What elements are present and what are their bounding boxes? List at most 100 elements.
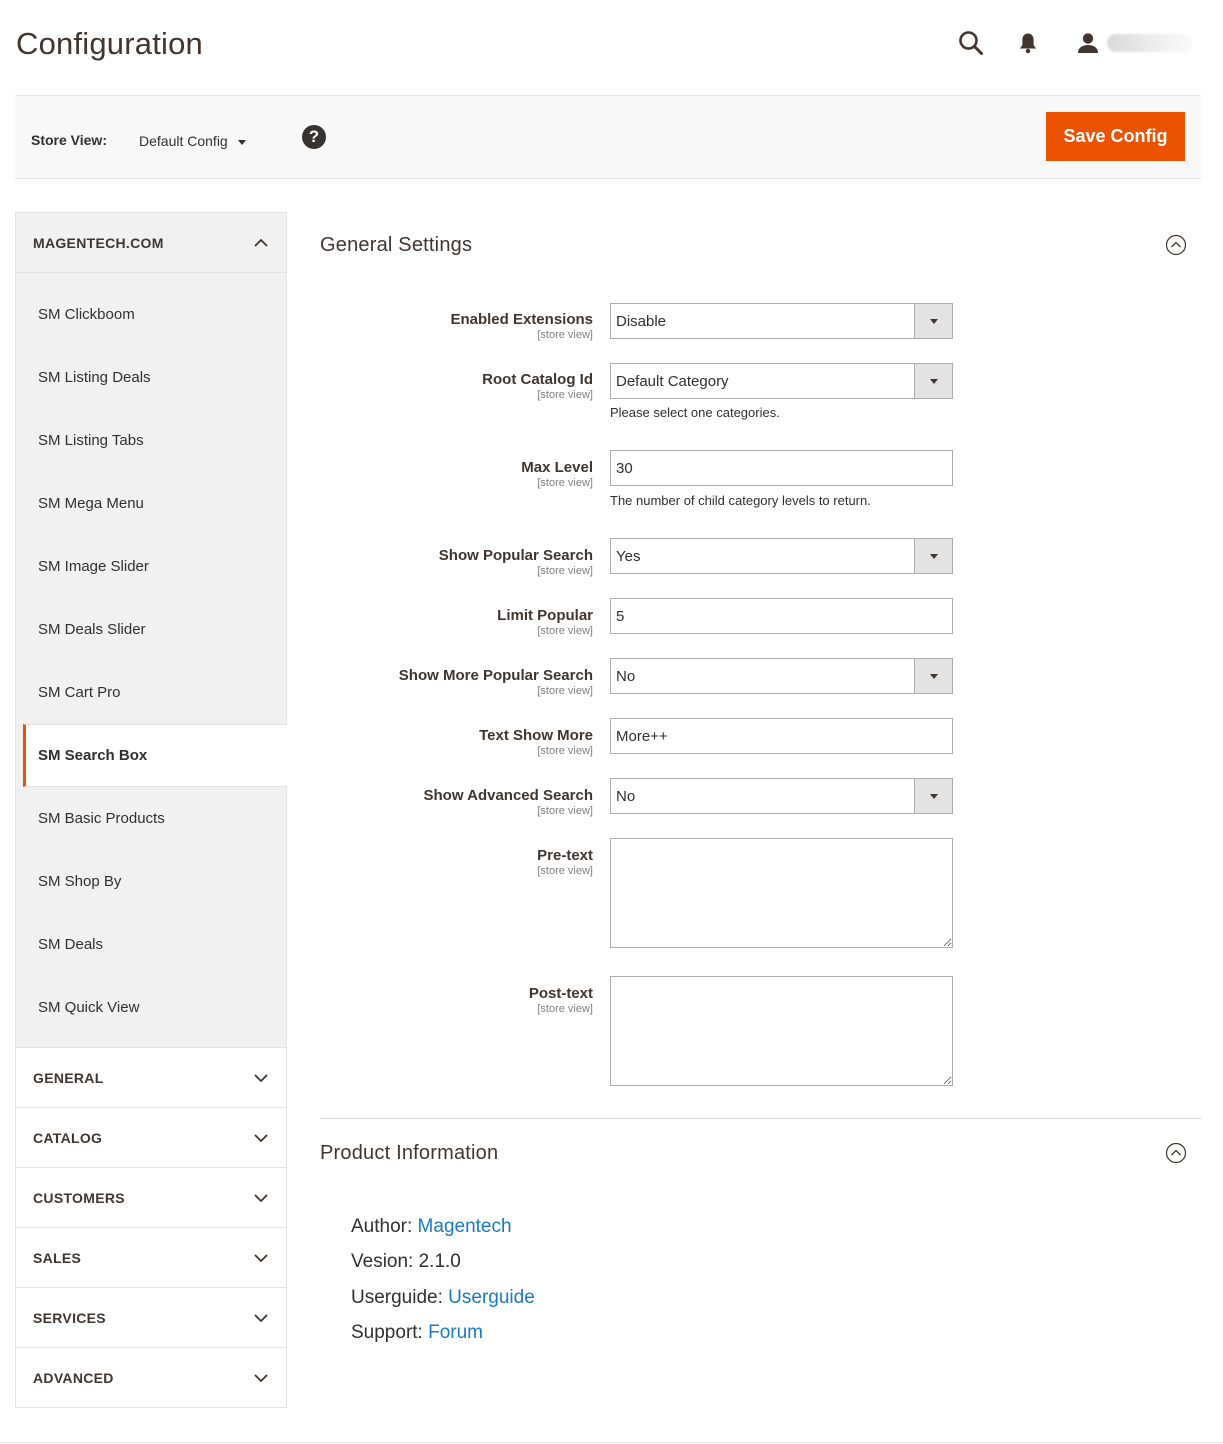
userguide-link[interactable]: Userguide — [448, 1287, 535, 1308]
scope-label: [store view] — [537, 565, 593, 577]
show-more-popular-select[interactable]: No — [610, 658, 953, 694]
scope-label: [store view] — [537, 745, 593, 757]
sidebar-item-sm-quick-view[interactable]: SM Quick View — [16, 976, 286, 1039]
sidebar-item-sm-image-slider[interactable]: SM Image Slider — [16, 535, 286, 598]
sidebar-group-sales[interactable]: SALES — [15, 1228, 287, 1288]
caret-down-icon — [237, 139, 246, 145]
config-main: General Settings Enabled Extensions [sto… — [320, 212, 1201, 1343]
sidebar-group-title: SERVICES — [33, 1309, 106, 1326]
section-title: General Settings — [320, 233, 473, 256]
store-view-value: Default Config — [139, 133, 228, 149]
select-value: No — [616, 667, 636, 685]
dropdown-arrow-icon[interactable] — [914, 779, 952, 813]
sidebar-item-sm-deals[interactable]: SM Deals — [16, 913, 286, 976]
sidebar-item-sm-basic-products[interactable]: SM Basic Products — [16, 787, 286, 850]
show-advanced-search-select[interactable]: No — [610, 778, 953, 814]
field-label: Pre-text — [537, 847, 593, 864]
select-value: Default Category — [616, 372, 729, 390]
sidebar-item-sm-clickboom[interactable]: SM Clickboom — [16, 283, 286, 346]
collapse-icon[interactable] — [1165, 234, 1187, 256]
chevron-down-icon — [254, 1313, 268, 1322]
chevron-down-icon — [254, 1193, 268, 1202]
pre-text-textarea[interactable] — [610, 838, 953, 948]
collapse-icon[interactable] — [1165, 1142, 1187, 1164]
dropdown-arrow-icon[interactable] — [914, 364, 952, 398]
scope-label: [store view] — [537, 477, 593, 489]
field-label: Max Level — [521, 459, 593, 476]
user-icon[interactable] — [1073, 28, 1103, 58]
scope-label: [store view] — [537, 1003, 593, 1015]
scope-label: [store view] — [537, 625, 593, 637]
sidebar-group-title: CATALOG — [33, 1129, 103, 1146]
sidebar-group-title: ADVANCED — [33, 1369, 114, 1386]
bell-icon[interactable] — [1013, 28, 1043, 58]
user-name-blurred[interactable] — [1107, 34, 1193, 52]
root-catalog-select[interactable]: Default Category — [610, 363, 953, 399]
scope-label: [store view] — [537, 805, 593, 817]
dropdown-arrow-icon[interactable] — [914, 304, 952, 338]
section-title: Product Information — [320, 1141, 499, 1164]
sidebar-item-sm-shop-by[interactable]: SM Shop By — [16, 850, 286, 913]
search-icon[interactable] — [956, 28, 986, 58]
help-icon[interactable]: ? — [302, 125, 326, 149]
author-link[interactable]: Magentech — [418, 1216, 512, 1237]
userguide-label: Userguide: — [351, 1287, 443, 1308]
chevron-up-icon — [254, 238, 268, 247]
sidebar-group-title: CUSTOMERS — [33, 1189, 125, 1206]
section-product-information-header[interactable]: Product Information — [320, 1120, 1201, 1186]
support-link[interactable]: Forum — [428, 1322, 483, 1343]
chevron-down-icon — [254, 1073, 268, 1082]
select-value: Yes — [616, 547, 641, 565]
dropdown-arrow-icon[interactable] — [914, 659, 952, 693]
field-label: Post-text — [528, 985, 593, 1002]
sidebar-item-sm-deals-slider[interactable]: SM Deals Slider — [16, 598, 286, 661]
config-sidebar: MAGENTECH.COM SM Clickboom SM Listing De… — [15, 212, 287, 1408]
scope-label: [store view] — [537, 329, 593, 341]
show-popular-search-select[interactable]: Yes — [610, 538, 953, 574]
section-general-settings-header[interactable]: General Settings — [320, 212, 1201, 278]
header-actions — [956, 28, 1193, 58]
sidebar-item-sm-mega-menu[interactable]: SM Mega Menu — [16, 472, 286, 535]
limit-popular-input[interactable]: 5 — [610, 598, 953, 634]
save-config-button[interactable]: Save Config — [1046, 112, 1185, 161]
post-text-textarea[interactable] — [610, 976, 953, 1086]
author-label: Author: — [351, 1216, 413, 1237]
sidebar-group-title: SALES — [33, 1249, 82, 1266]
sidebar-group-catalog[interactable]: CATALOG — [15, 1108, 287, 1168]
field-note: Please select one categories. — [610, 405, 780, 420]
sidebar-item-sm-listing-tabs[interactable]: SM Listing Tabs — [16, 409, 286, 472]
field-label: Show More Popular Search — [398, 667, 593, 684]
field-label: Show Advanced Search — [423, 787, 594, 804]
sidebar-group-services[interactable]: SERVICES — [15, 1288, 287, 1348]
sidebar-group-advanced[interactable]: ADVANCED — [15, 1348, 287, 1408]
sidebar-group-customers[interactable]: CUSTOMERS — [15, 1168, 287, 1228]
field-label: Text Show More — [479, 727, 593, 744]
product-support: Support: Forum — [351, 1322, 483, 1344]
scope-label: [store view] — [537, 685, 593, 697]
store-view-toolbar: Store View: Default Config ? Save Config — [15, 95, 1201, 179]
sidebar-item-sm-search-box[interactable]: SM Search Box — [23, 724, 287, 787]
sidebar-item-sm-cart-pro[interactable]: SM Cart Pro — [16, 661, 286, 724]
section-divider — [320, 1118, 1201, 1119]
store-view-label: Store View: — [31, 132, 107, 148]
footer-divider — [0, 1442, 1223, 1443]
product-version: Vesion: 2.1.0 — [351, 1251, 461, 1272]
sidebar-group-title: MAGENTECH.COM — [33, 234, 164, 251]
dropdown-arrow-icon[interactable] — [914, 539, 952, 573]
store-view-switcher[interactable]: Default Config — [139, 133, 246, 149]
field-label: Limit Popular — [497, 607, 593, 624]
enabled-extensions-select[interactable]: Disable — [610, 303, 953, 339]
field-label: Show Popular Search — [438, 547, 593, 564]
sidebar-group-magentech[interactable]: MAGENTECH.COM — [15, 212, 287, 273]
sidebar-items: SM Clickboom SM Listing Deals SM Listing… — [15, 273, 287, 1048]
field-label: Enabled Extensions — [450, 311, 593, 328]
text-show-more-input[interactable]: More++ — [610, 718, 953, 754]
sidebar-group-general[interactable]: GENERAL — [15, 1048, 287, 1108]
sidebar-item-sm-listing-deals[interactable]: SM Listing Deals — [16, 346, 286, 409]
product-author: Author: Magentech — [351, 1216, 512, 1238]
field-label: Root Catalog Id — [482, 371, 593, 388]
scope-label: [store view] — [537, 865, 593, 877]
select-value: Disable — [616, 312, 667, 330]
max-level-input[interactable]: 30 — [610, 450, 953, 486]
chevron-down-icon — [254, 1133, 268, 1142]
